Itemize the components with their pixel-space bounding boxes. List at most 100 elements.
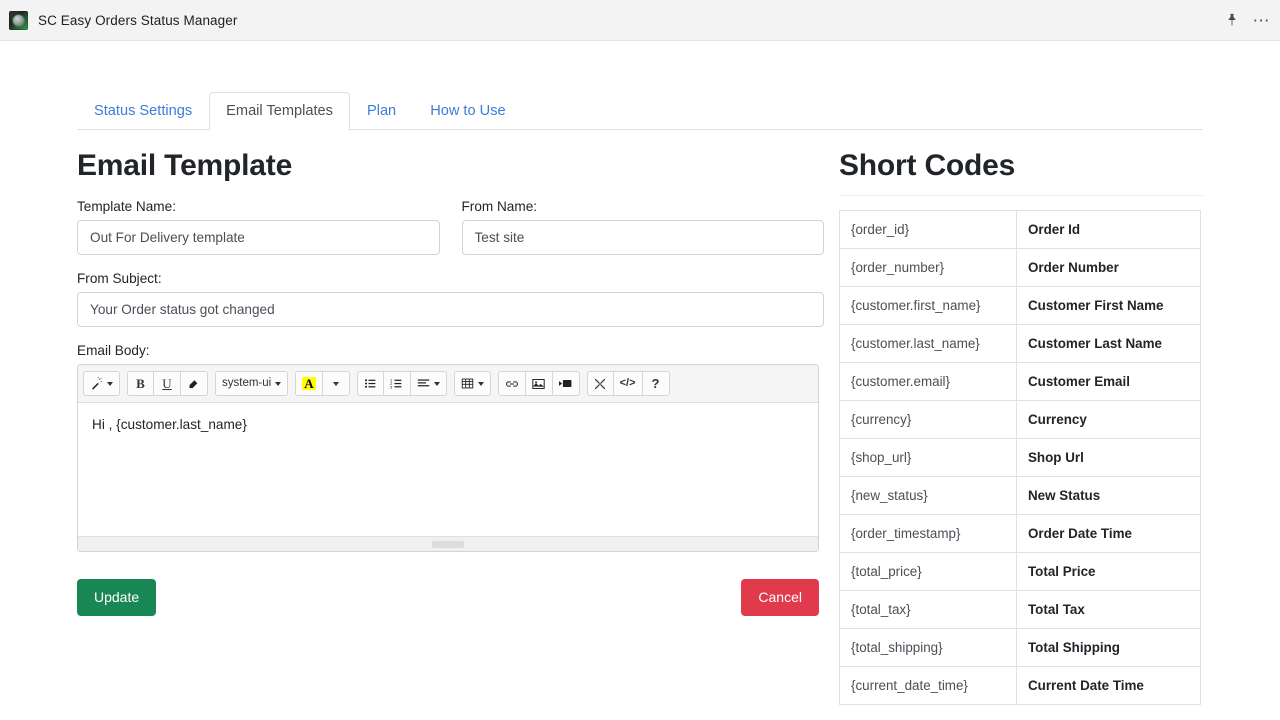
short-codes-title: Short Codes	[839, 149, 1203, 195]
table-row: {total_tax} Total Tax	[840, 591, 1201, 629]
table-icon[interactable]	[454, 371, 491, 396]
style-group	[83, 371, 120, 396]
link-icon[interactable]	[498, 371, 526, 396]
help-label: ?	[652, 377, 660, 390]
more-options-icon[interactable]: ⋯	[1253, 12, 1271, 29]
font-family-label: system-ui	[222, 378, 271, 390]
short-code-token: {customer.last_name}	[840, 325, 1017, 363]
short-code-token: {current_date_time}	[840, 667, 1017, 705]
email-body-editor[interactable]: Hi , {customer.last_name}	[78, 403, 818, 536]
unordered-list-icon[interactable]	[357, 371, 384, 396]
short-code-desc: Customer Last Name	[1017, 325, 1201, 363]
short-code-token: {total_tax}	[840, 591, 1017, 629]
short-code-desc: Customer First Name	[1017, 287, 1201, 325]
code-view-label: </>	[620, 378, 636, 389]
template-name-label: Template Name:	[77, 199, 440, 214]
from-subject-group: From Subject:	[77, 271, 824, 327]
window-title: SC Easy Orders Status Manager	[38, 13, 237, 28]
tab-email-templates[interactable]: Email Templates	[209, 92, 350, 130]
cancel-button[interactable]: Cancel	[741, 579, 819, 616]
ordered-list-icon[interactable]: 1 2 3	[384, 371, 411, 396]
short-code-token: {order_id}	[840, 211, 1017, 249]
underline-button[interactable]: U	[154, 371, 181, 396]
from-subject-label: From Subject:	[77, 271, 824, 286]
tab-plan[interactable]: Plan	[350, 92, 413, 130]
tab-bar: Status Settings Email Templates Plan How…	[77, 91, 1203, 130]
font-group: system-ui	[215, 371, 288, 396]
table-row: {shop_url} Shop Url	[840, 439, 1201, 477]
short-codes-table: {order_id} Order Id {order_number} Order…	[839, 210, 1201, 705]
table-row: {current_date_time} Current Date Time	[840, 667, 1201, 705]
tab-status-settings[interactable]: Status Settings	[77, 92, 209, 130]
short-code-token: {total_shipping}	[840, 629, 1017, 667]
svg-text:3: 3	[390, 385, 393, 390]
help-button[interactable]: ?	[643, 371, 670, 396]
table-row: {currency} Currency	[840, 401, 1201, 439]
rich-text-editor: B U	[77, 364, 819, 552]
color-dropdown-button[interactable]	[323, 371, 350, 396]
chevron-down-icon	[107, 382, 113, 386]
table-row: {customer.email} Customer Email	[840, 363, 1201, 401]
shopify-app-icon	[9, 11, 28, 30]
table-row: {customer.last_name} Customer Last Name	[840, 325, 1201, 363]
page-title: Email Template	[77, 149, 824, 183]
from-name-group: From Name:	[462, 199, 825, 255]
highlight-label: A	[302, 377, 315, 390]
chevron-down-icon	[333, 382, 339, 386]
editor-resize-handle[interactable]	[432, 541, 464, 548]
remove-format-icon[interactable]	[181, 371, 208, 396]
form-actions: Update Cancel	[77, 579, 819, 616]
font-family-select[interactable]: system-ui	[215, 371, 288, 396]
table-row: {order_timestamp} Order Date Time	[840, 515, 1201, 553]
table-row: {total_price} Total Price	[840, 553, 1201, 591]
pin-icon[interactable]	[1225, 13, 1239, 27]
format-group: B U	[127, 371, 208, 396]
email-template-panel: Email Template Template Name: From Name:…	[77, 130, 839, 705]
from-subject-input[interactable]	[77, 292, 824, 327]
fullscreen-icon[interactable]	[587, 371, 614, 396]
short-code-token: {shop_url}	[840, 439, 1017, 477]
short-code-token: {customer.first_name}	[840, 287, 1017, 325]
code-view-button[interactable]: </>	[614, 371, 643, 396]
table-row: {total_shipping} Total Shipping	[840, 629, 1201, 667]
table-group	[454, 371, 491, 396]
short-codes-tbody: {order_id} Order Id {order_number} Order…	[840, 211, 1201, 705]
short-code-token: {new_status}	[840, 477, 1017, 515]
chevron-down-icon	[434, 382, 440, 386]
list-group: 1 2 3	[357, 371, 447, 396]
two-column-layout: Email Template Template Name: From Name:…	[77, 130, 1203, 705]
short-code-desc: Order Number	[1017, 249, 1201, 287]
tab-how-to-use[interactable]: How to Use	[413, 92, 522, 130]
update-button[interactable]: Update	[77, 579, 156, 616]
video-icon[interactable]	[553, 371, 580, 396]
paragraph-align-icon[interactable]	[411, 371, 447, 396]
short-code-token: {currency}	[840, 401, 1017, 439]
email-body-group: Email Body:	[77, 343, 824, 552]
short-code-desc: New Status	[1017, 477, 1201, 515]
short-code-desc: Total Shipping	[1017, 629, 1201, 667]
from-name-label: From Name:	[462, 199, 825, 214]
short-codes-panel: Short Codes {order_id} Order Id {order_n…	[839, 130, 1203, 705]
from-name-input[interactable]	[462, 220, 825, 255]
short-code-desc: Currency	[1017, 401, 1201, 439]
text-highlight-button[interactable]: A	[295, 371, 322, 396]
app-page: Status Settings Email Templates Plan How…	[0, 41, 1280, 720]
underline-label: U	[162, 377, 171, 390]
template-name-group: Template Name:	[77, 199, 440, 255]
bold-label: B	[136, 377, 145, 390]
short-code-token: {customer.email}	[840, 363, 1017, 401]
color-group: A	[295, 371, 349, 396]
template-name-input[interactable]	[77, 220, 440, 255]
bold-button[interactable]: B	[127, 371, 154, 396]
table-row: {order_number} Order Number	[840, 249, 1201, 287]
short-code-token: {order_timestamp}	[840, 515, 1017, 553]
name-fields-row: Template Name: From Name:	[77, 199, 824, 255]
picture-icon[interactable]	[526, 371, 553, 396]
table-row: {order_id} Order Id	[840, 211, 1201, 249]
editor-statusbar	[78, 536, 818, 551]
short-code-desc: Shop Url	[1017, 439, 1201, 477]
short-code-desc: Order Id	[1017, 211, 1201, 249]
magic-wand-icon[interactable]	[83, 371, 120, 396]
short-code-token: {total_price}	[840, 553, 1017, 591]
chevron-down-icon	[275, 382, 281, 386]
